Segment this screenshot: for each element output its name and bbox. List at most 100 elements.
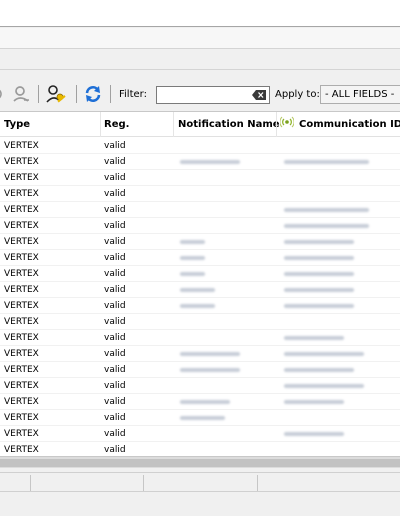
- window-top-area: [0, 0, 400, 27]
- redacted-communication-id: [284, 368, 354, 372]
- cell-type: VERTEX: [4, 285, 39, 295]
- cell-type: VERTEX: [4, 253, 39, 263]
- grid-header: Type Reg. Notification Name Communicatio…: [0, 112, 400, 137]
- table-row[interactable]: VERTEX valid: [0, 362, 400, 378]
- cell-reg: valid: [104, 189, 126, 199]
- cell-type: VERTEX: [4, 317, 39, 327]
- cell-type: VERTEX: [4, 157, 39, 167]
- redacted-notification-name: [180, 304, 215, 308]
- cell-reg: valid: [104, 141, 126, 151]
- menu-band: [0, 28, 400, 49]
- redacted-communication-id: [284, 288, 354, 292]
- data-grid: Type Reg. Notification Name Communicatio…: [0, 111, 400, 456]
- cell-type: VERTEX: [4, 141, 39, 151]
- table-row[interactable]: VERTEX valid: [0, 394, 400, 410]
- table-row[interactable]: VERTEX valid: [0, 250, 400, 266]
- column-header-notification-name[interactable]: Notification Name: [178, 112, 280, 137]
- cell-reg: valid: [104, 157, 126, 167]
- cell-type: VERTEX: [4, 349, 39, 359]
- bottom-area: [0, 493, 400, 516]
- cell-type: VERTEX: [4, 269, 39, 279]
- redacted-communication-id: [284, 304, 354, 308]
- table-row[interactable]: VERTEX valid: [0, 346, 400, 362]
- previous-tool-icon[interactable]: [0, 83, 6, 105]
- column-header-communication-ids[interactable]: Communication IDs: [299, 112, 400, 137]
- table-row[interactable]: VERTEX valid: [0, 410, 400, 426]
- cell-reg: valid: [104, 205, 126, 215]
- cell-reg: valid: [104, 269, 126, 279]
- column-header-type[interactable]: Type: [4, 112, 30, 137]
- user-icon[interactable]: [10, 83, 32, 105]
- apply-to-select[interactable]: - ALL FIELDS -: [320, 85, 400, 104]
- user-key-icon[interactable]: [44, 83, 68, 105]
- table-row[interactable]: VERTEX valid: [0, 426, 400, 442]
- status-bar: [0, 472, 400, 492]
- redacted-notification-name: [180, 352, 240, 356]
- cell-reg: valid: [104, 253, 126, 263]
- scrollbar-thumb[interactable]: [0, 459, 400, 467]
- toolbar-separator: [38, 85, 39, 103]
- cell-type: VERTEX: [4, 301, 39, 311]
- cell-type: VERTEX: [4, 381, 39, 391]
- cell-type: VERTEX: [4, 445, 39, 455]
- apply-to-label: Apply to:: [275, 89, 320, 100]
- redacted-notification-name: [180, 272, 205, 276]
- table-row[interactable]: VERTEX valid: [0, 138, 400, 154]
- cell-reg: valid: [104, 221, 126, 231]
- redacted-communication-id: [284, 384, 364, 388]
- cell-reg: valid: [104, 381, 126, 391]
- table-row[interactable]: VERTEX valid: [0, 298, 400, 314]
- cell-reg: valid: [104, 333, 126, 343]
- filter-label: Filter:: [119, 89, 147, 100]
- table-row[interactable]: VERTEX valid: [0, 282, 400, 298]
- cell-reg: valid: [104, 349, 126, 359]
- cell-reg: valid: [104, 397, 126, 407]
- cell-reg: valid: [104, 285, 126, 295]
- cell-reg: valid: [104, 317, 126, 327]
- toolbar-separator: [76, 85, 77, 103]
- horizontal-scrollbar[interactable]: [0, 456, 400, 468]
- table-row[interactable]: VERTEX valid: [0, 442, 400, 456]
- redacted-notification-name: [180, 416, 225, 420]
- redacted-communication-id: [284, 352, 364, 356]
- redacted-notification-name: [180, 400, 230, 404]
- cell-reg: valid: [104, 301, 126, 311]
- clear-input-icon[interactable]: [252, 89, 266, 101]
- redacted-communication-id: [284, 400, 344, 404]
- table-row[interactable]: VERTEX valid: [0, 330, 400, 346]
- redacted-communication-id: [284, 256, 354, 260]
- redacted-communication-id: [284, 336, 344, 340]
- cell-type: VERTEX: [4, 237, 39, 247]
- cell-reg: valid: [104, 429, 126, 439]
- cell-type: VERTEX: [4, 333, 39, 343]
- cell-reg: valid: [104, 413, 126, 423]
- refresh-icon[interactable]: [82, 83, 104, 105]
- table-row[interactable]: VERTEX valid: [0, 154, 400, 170]
- redacted-communication-id: [284, 160, 369, 164]
- cell-type: VERTEX: [4, 205, 39, 215]
- cell-type: VERTEX: [4, 429, 39, 439]
- cell-type: VERTEX: [4, 173, 39, 183]
- cell-type: VERTEX: [4, 365, 39, 375]
- table-row[interactable]: VERTEX valid: [0, 314, 400, 330]
- table-row[interactable]: VERTEX valid: [0, 378, 400, 394]
- cell-reg: valid: [104, 445, 126, 455]
- table-row[interactable]: VERTEX valid: [0, 266, 400, 282]
- table-row[interactable]: VERTEX valid: [0, 170, 400, 186]
- cell-reg: valid: [104, 173, 126, 183]
- column-header-reg[interactable]: Reg.: [104, 112, 129, 137]
- redacted-communication-id: [284, 224, 369, 228]
- antenna-icon: [279, 112, 295, 137]
- table-row[interactable]: VERTEX valid: [0, 202, 400, 218]
- table-row[interactable]: VERTEX valid: [0, 234, 400, 250]
- cell-type: VERTEX: [4, 397, 39, 407]
- cell-reg: valid: [104, 237, 126, 247]
- table-row[interactable]: VERTEX valid: [0, 218, 400, 234]
- redacted-communication-id: [284, 208, 369, 212]
- redacted-notification-name: [180, 288, 215, 292]
- toolbar: Filter: Apply to: - ALL FIELDS -: [0, 79, 400, 109]
- cell-type: VERTEX: [4, 221, 39, 231]
- table-row[interactable]: VERTEX valid: [0, 186, 400, 202]
- cell-type: VERTEX: [4, 189, 39, 199]
- redacted-communication-id: [284, 240, 354, 244]
